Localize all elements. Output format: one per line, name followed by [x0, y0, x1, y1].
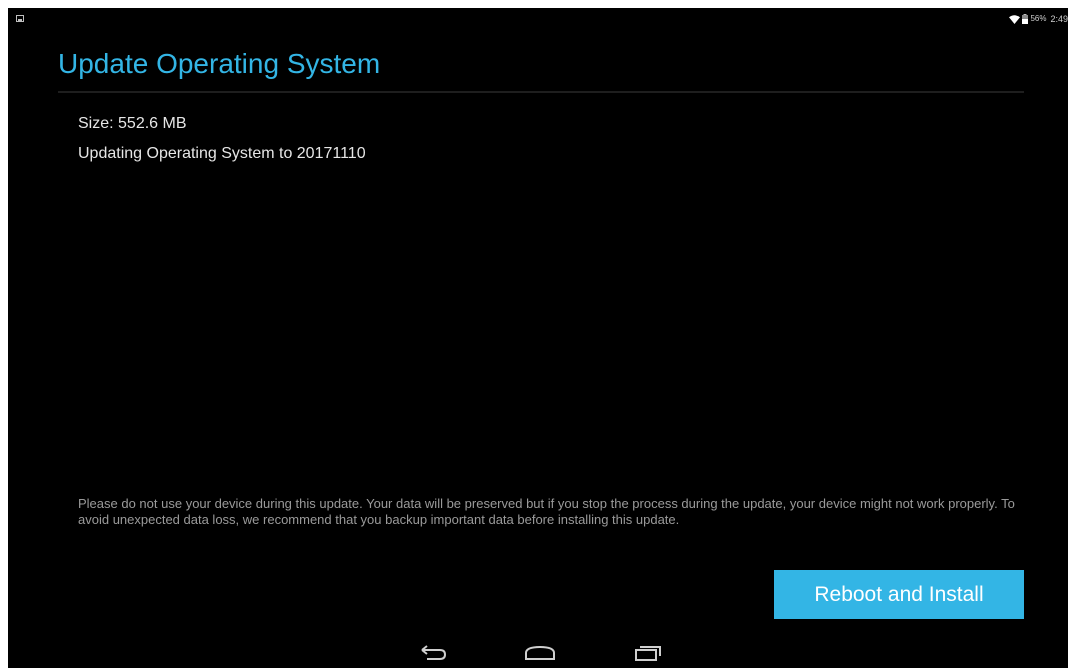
notification-icon [16, 15, 24, 22]
recents-icon [633, 644, 663, 662]
update-size: Size: 552.6 MB [78, 115, 187, 132]
reboot-and-install-button[interactable]: Reboot and Install [774, 570, 1024, 619]
back-icon [419, 644, 449, 662]
home-icon [523, 644, 557, 662]
battery-percent: 56% [1030, 14, 1047, 23]
wifi-icon [1009, 14, 1021, 24]
status-indicators: 56% 2:49 [1009, 13, 1068, 25]
device-screen: 56% 2:49 Update Operating System Size: 5… [8, 8, 1068, 668]
recents-button[interactable] [628, 640, 668, 666]
navigation-bar [8, 638, 1068, 668]
update-version: Updating Operating System to 20171110 [78, 145, 366, 162]
back-button[interactable] [414, 640, 454, 666]
page-title: Update Operating System [58, 48, 381, 79]
status-bar: 56% 2:49 [8, 8, 1068, 30]
title-divider [58, 91, 1024, 93]
clock: 2:49 [1050, 14, 1068, 24]
update-warning: Please do not use your device during thi… [78, 496, 1015, 527]
battery-icon [1022, 14, 1029, 24]
home-button[interactable] [520, 640, 560, 666]
